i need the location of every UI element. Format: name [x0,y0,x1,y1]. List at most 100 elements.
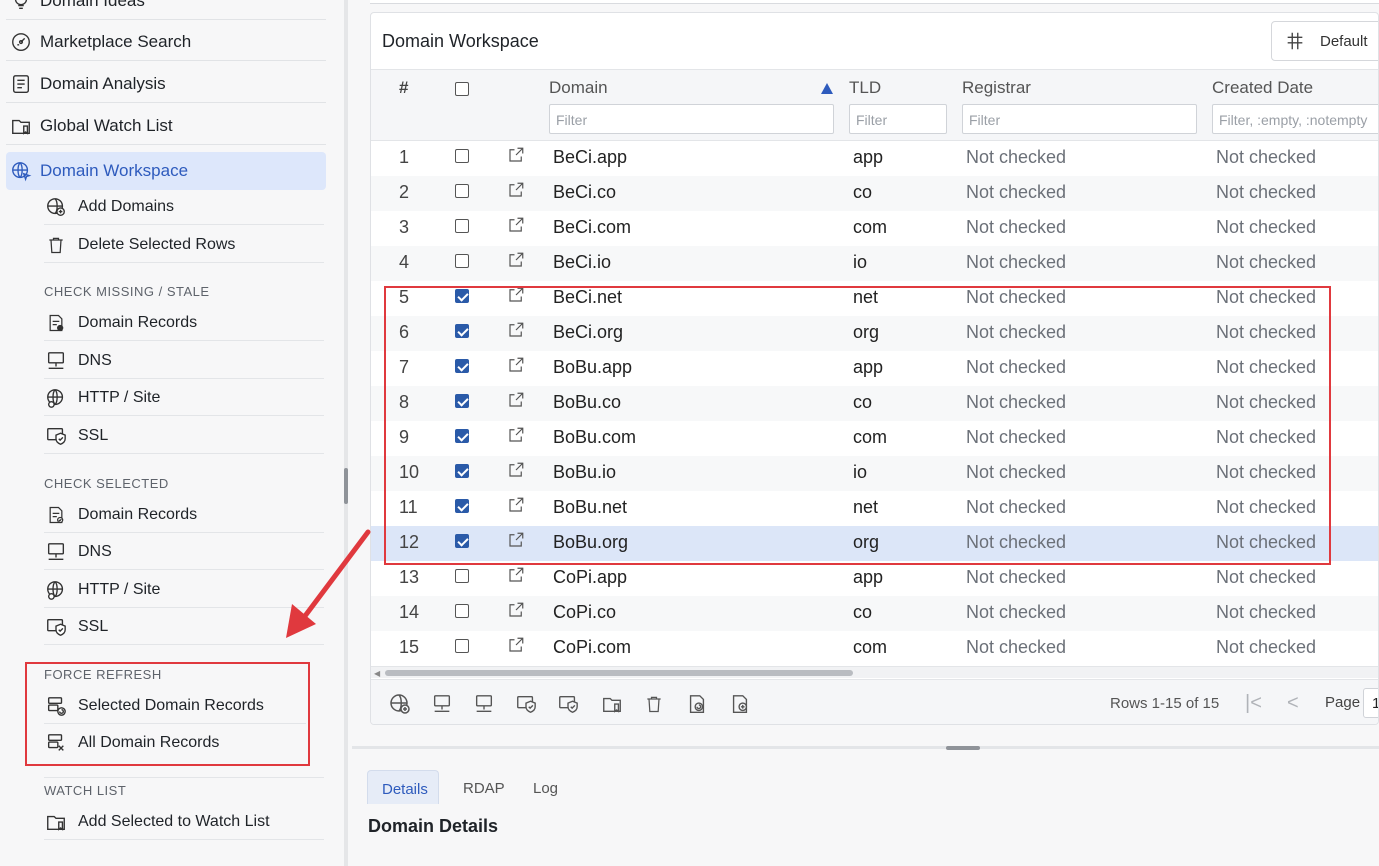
add-selected-to-watch-list[interactable]: Add Selected to Watch List [44,804,324,840]
check-missing-ssl[interactable]: SSL [44,418,324,454]
tab-details[interactable]: Details [367,770,439,804]
external-link-icon[interactable] [507,251,525,269]
domain-cell[interactable]: CoPi.co [553,602,616,623]
tab-rdap[interactable]: RDAP [449,770,519,804]
registrar-cell: Not checked [966,182,1067,202]
vertical-splitter[interactable] [344,0,348,866]
table-row[interactable]: 14 CoPi.co co Not checked Not checked [371,596,1378,631]
registrar-cell: Not checked [966,217,1067,237]
column-header-tld[interactable]: TLD [849,78,881,98]
splitter-grip[interactable] [344,468,348,504]
select-all-checkbox[interactable] [455,82,469,96]
domain-cell[interactable]: BeCi.app [553,147,627,168]
row-checkbox[interactable] [455,149,469,163]
column-header-created-date[interactable]: Created Date [1212,78,1313,98]
annotation-arrow-icon [286,529,371,638]
sidebar-item-global-watch-list[interactable]: Global Watch List [6,107,326,145]
sidebar-item-label: Domain Workspace [40,161,189,180]
scrollbar-thumb[interactable] [385,670,853,676]
horizontal-splitter[interactable] [352,746,1379,749]
previous-page-icon[interactable]: < [1287,692,1299,715]
sidebar-item-label: Domain Ideas [40,0,145,10]
row-checkbox[interactable] [455,219,469,233]
table-row[interactable]: 2 BeCi.co co Not checked Not checked [371,176,1378,211]
tld-cell: co [853,602,873,622]
external-link-icon[interactable] [507,636,525,654]
add-domains-label: Add Domains [78,197,175,215]
tld-cell: com [853,217,888,237]
scroll-left-icon[interactable]: ◀ [374,669,380,678]
domain-cell[interactable]: BeCi.io [553,252,611,273]
external-link-icon[interactable] [507,181,525,199]
table-row[interactable]: 1 BeCi.app app Not checked Not checked [371,141,1378,176]
sidebar-item-marketplace-search[interactable]: Marketplace Search [6,23,326,61]
watch-list-icon[interactable] [599,691,625,717]
layout-label: Default [1320,32,1368,50]
ssl-shield-icon[interactable] [513,691,539,717]
table-row[interactable]: 3 BeCi.com com Not checked Not checked [371,211,1378,246]
domain-cell[interactable]: CoPi.app [553,567,627,588]
add-globe-icon[interactable] [387,691,413,717]
tab-log[interactable]: Log [519,770,572,804]
table-row[interactable]: 15 CoPi.com com Not checked Not checked [371,631,1378,666]
check-missing-domain-records[interactable]: Domain Records [44,305,324,341]
created-date-cell: Not checked [1216,182,1317,202]
sort-ascending-icon[interactable] [821,83,833,94]
created-date-cell: Not checked [1216,637,1317,657]
created-date-filter-input[interactable]: Filter, :empty, :notempty [1212,104,1378,134]
horizontal-scrollbar[interactable]: ◀ [371,666,1378,678]
row-checkbox[interactable] [455,184,469,198]
add-globe-icon [44,195,68,219]
top-panel-edge [370,0,1379,4]
domain-filter-input[interactable]: Filter [549,104,834,134]
refresh-records-icon[interactable] [684,691,710,717]
row-checkbox[interactable] [455,254,469,268]
table-row[interactable]: 13 CoPi.app app Not checked Not checked [371,561,1378,596]
domain-cell[interactable]: CoPi.com [553,637,631,658]
refresh-all-icon[interactable] [727,691,753,717]
row-number: 2 [399,182,410,202]
ssl-shield-icon[interactable] [555,691,581,717]
page-number-input[interactable]: 1 [1363,688,1378,718]
external-link-icon[interactable] [507,216,525,234]
external-link-icon[interactable] [507,566,525,584]
http-globe-icon [44,578,68,602]
first-page-icon[interactable]: |< [1245,692,1262,715]
tld-cell: app [853,567,884,587]
add-domains-button[interactable]: Add Domains [44,189,324,225]
item-label: Domain Records [78,505,198,523]
ssl-shield-icon [44,615,68,639]
analysis-icon [8,71,34,97]
item-label: Add Selected to Watch List [78,812,270,830]
column-header-registrar[interactable]: Registrar [962,78,1031,98]
table-row[interactable]: 4 BeCi.io io Not checked Not checked [371,246,1378,281]
row-checkbox[interactable] [455,604,469,618]
layout-default-button[interactable]: Default [1271,21,1378,61]
sidebar-item-domain-workspace[interactable]: Domain Workspace [6,152,326,190]
delete-selected-rows-button[interactable]: Delete Selected Rows [44,227,324,263]
grid-footer: Rows 1-15 of 15 |< < Page 1 [371,679,1378,724]
row-checkbox[interactable] [455,569,469,583]
external-link-icon[interactable] [507,601,525,619]
domain-cell[interactable]: BeCi.com [553,217,631,238]
lightbulb-icon [8,0,34,14]
check-selected-heading: CHECK SELECTED [44,476,169,491]
sidebar-item-domain-analysis[interactable]: Domain Analysis [6,65,326,103]
dns-server-icon[interactable] [471,691,497,717]
dns-server-icon [44,540,68,564]
column-header-domain[interactable]: Domain [549,78,608,98]
external-link-icon[interactable] [507,146,525,164]
horizontal-splitter-grip[interactable] [946,746,980,750]
sidebar-item-domain-ideas[interactable]: Domain Ideas [6,0,326,20]
trash-icon[interactable] [641,691,667,717]
tld-filter-input[interactable]: Filter [849,104,947,134]
check-missing-heading: CHECK MISSING / STALE [44,284,210,299]
domain-cell[interactable]: BeCi.co [553,182,616,203]
dns-server-icon[interactable] [429,691,455,717]
registrar-filter-input[interactable]: Filter [962,104,1197,134]
row-checkbox[interactable] [455,639,469,653]
tld-cell: app [853,147,884,167]
check-missing-dns[interactable]: DNS [44,343,324,379]
panel-title: Domain Workspace [382,31,539,51]
check-missing-http-site[interactable]: HTTP / Site [44,380,324,416]
